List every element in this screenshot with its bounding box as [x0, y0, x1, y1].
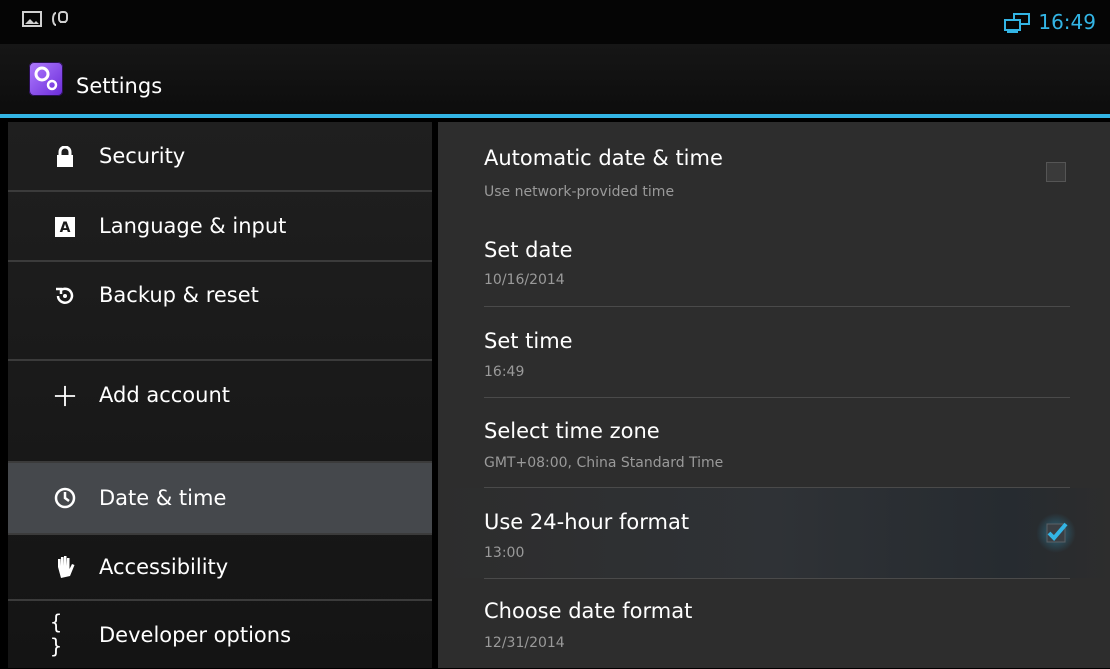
- pref-set-date[interactable]: Set date 10/16/2014: [438, 214, 1110, 304]
- sidebar-item-date-time[interactable]: Date & time: [8, 463, 432, 533]
- automatic-date-time-checkbox[interactable]: [1046, 162, 1066, 182]
- sidebar-item-label: Language & input: [99, 214, 287, 238]
- pref-summary: 10/16/2014: [484, 272, 565, 288]
- pref-title: Select time zone: [484, 419, 660, 443]
- status-time: 16:49: [1038, 10, 1096, 34]
- pref-choose-date-format[interactable]: Choose date format 12/31/2014: [438, 579, 1110, 669]
- settings-app-icon[interactable]: [29, 62, 63, 96]
- svg-text:A: A: [60, 220, 71, 236]
- pref-title: Use 24-hour format: [484, 510, 690, 534]
- pref-summary: 16:49: [484, 364, 525, 380]
- sidebar-item-label: Backup & reset: [99, 283, 259, 307]
- sidebar-item-label: Security: [99, 144, 186, 168]
- sidebar-item-label: Developer options: [99, 623, 292, 647]
- braces-icon: { }: [50, 610, 63, 658]
- pref-title: Set time: [484, 329, 573, 353]
- action-bar: Settings: [0, 44, 1110, 118]
- lock-icon: [54, 146, 76, 168]
- sidebar-item-backup-reset[interactable]: Backup & reset: [8, 262, 432, 330]
- sidebar-item-security[interactable]: Security: [8, 122, 432, 190]
- pref-summary: 12/31/2014: [484, 635, 565, 651]
- date-time-settings-panel: Automatic date & time Use network-provid…: [438, 122, 1110, 668]
- keyboard-a-icon: A: [54, 216, 76, 238]
- plus-icon: [54, 385, 76, 407]
- sidebar-item-language-input[interactable]: A Language & input: [8, 192, 432, 260]
- pref-summary: Use network-provided time: [484, 184, 675, 200]
- pref-use-24-hour-format[interactable]: Use 24-hour format 13:00: [438, 488, 1110, 578]
- network-monitor-icon: [1002, 13, 1032, 37]
- pref-select-time-zone[interactable]: Select time zone GMT+08:00, China Standa…: [438, 398, 1110, 488]
- gallery-icon: [22, 10, 42, 32]
- status-bar: 16:49: [0, 0, 1110, 44]
- status-left-icons: [22, 10, 70, 32]
- pref-summary: GMT+08:00, China Standard Time: [484, 455, 724, 471]
- sidebar-item-label: Accessibility: [99, 555, 229, 579]
- pref-set-time[interactable]: Set time 16:49: [438, 307, 1110, 397]
- pref-summary: 13:00: [484, 545, 525, 561]
- sidebar-item-accessibility[interactable]: Accessibility: [8, 535, 432, 599]
- page-title: Settings: [76, 74, 163, 98]
- hand-icon: [54, 556, 76, 578]
- pref-automatic-date-time[interactable]: Automatic date & time Use network-provid…: [438, 122, 1110, 214]
- pref-title: Set date: [484, 238, 573, 262]
- sidebar-item-add-account[interactable]: Add account: [8, 361, 432, 461]
- sidebar-item-label: Date & time: [99, 486, 227, 510]
- checkmark-icon: [1046, 522, 1068, 543]
- backup-restore-icon: [54, 285, 76, 307]
- settings-sidebar: Security A Language & input Backup & res…: [8, 122, 432, 668]
- pref-title: Choose date format: [484, 599, 693, 623]
- pref-title: Automatic date & time: [484, 146, 723, 170]
- usb-debug-icon: [50, 10, 70, 32]
- sidebar-item-label: Add account: [99, 383, 230, 407]
- clock-icon: [54, 487, 76, 509]
- use-24-hour-format-checkbox[interactable]: [1036, 513, 1076, 553]
- sidebar-item-developer-options[interactable]: { } Developer options: [8, 601, 432, 668]
